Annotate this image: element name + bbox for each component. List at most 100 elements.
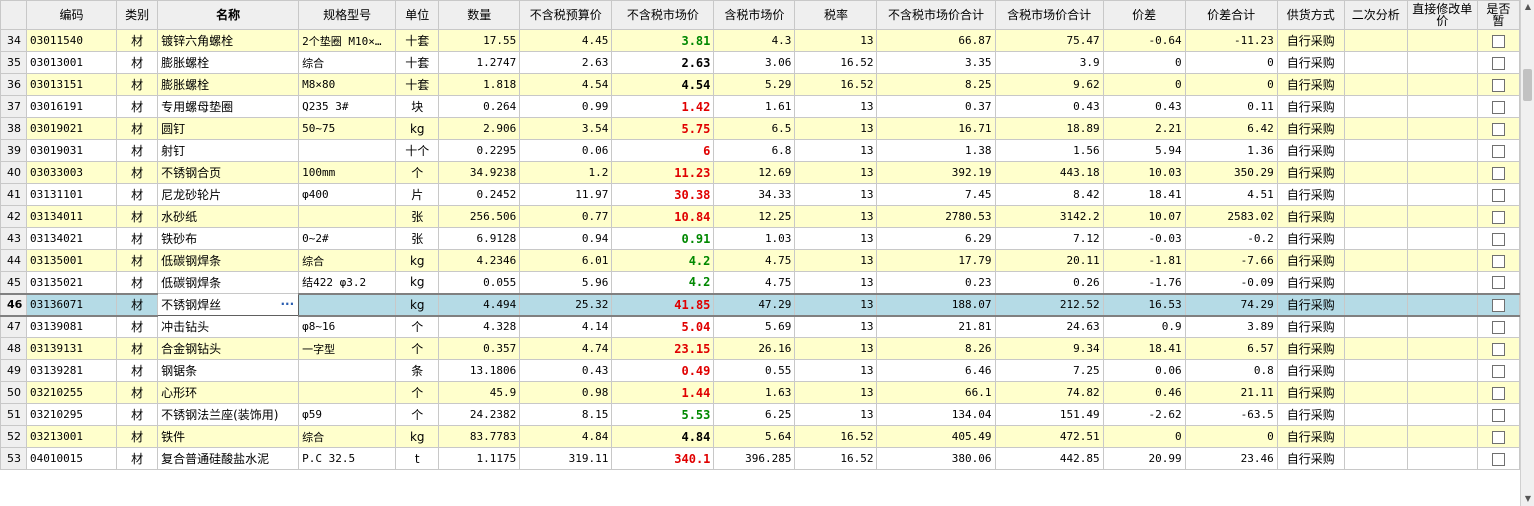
provisional-checkbox[interactable] [1491,364,1505,378]
table-row[interactable]: 36 03013151 材 膨胀螺栓 M8×80 十套 1.818 4.54 4.54 5.29 1… [0,73,1520,96]
code-cell[interactable]: 03019031 [26,139,118,162]
market-cell[interactable]: 30.38 [611,183,715,206]
unit-cell[interactable]: kg [395,292,440,317]
budget-cell[interactable]: 11.97 [519,183,613,206]
table-row[interactable]: 34 03011540 材 镀锌六角螺栓 2个垫圈 M10×… 十套 17.55 4.45 3.… [0,29,1520,52]
budget-cell[interactable]: 0.43 [519,359,613,382]
code-cell[interactable]: 03135021 [26,271,118,294]
table-row[interactable]: 53 04010015 材 复合普通硅酸盐水泥 P.C 32.5 t 1.1175 319.1… [0,447,1520,470]
totalex-cell[interactable]: 392.19 [876,161,996,184]
spec-cell[interactable]: 50~75 [298,117,397,140]
column-header-8[interactable]: 不含税市场价 [611,0,715,30]
rate-cell[interactable]: 13 [794,381,878,404]
secondary-analysis-cell[interactable] [1343,73,1408,96]
taxmarket-cell[interactable]: 12.25 [713,205,796,228]
row-number[interactable]: 47 [0,315,28,338]
diff-cell[interactable]: 0.43 [1102,95,1186,118]
budget-cell[interactable]: 4.45 [519,29,613,52]
column-header-12[interactable]: 含税市场价合计 [994,0,1104,30]
provisional-checkbox-cell[interactable] [1476,271,1520,294]
direct-price-edit-cell[interactable] [1406,29,1478,52]
budget-cell[interactable]: 0.98 [519,381,613,404]
secondary-analysis-cell[interactable] [1343,359,1408,382]
taxmarket-cell[interactable]: 34.33 [713,183,796,206]
diff-cell[interactable]: 0 [1102,425,1186,448]
totalex-cell[interactable]: 2780.53 [876,205,996,228]
rate-cell[interactable]: 16.52 [794,73,878,96]
code-cell[interactable]: 03210295 [26,403,118,426]
supply-cell[interactable]: 自行采购 [1276,73,1345,96]
totalex-cell[interactable]: 134.04 [876,403,996,426]
market-cell[interactable]: 3.81 [611,29,715,52]
provisional-checkbox[interactable] [1491,342,1505,356]
provisional-checkbox[interactable] [1491,430,1505,444]
qty-cell[interactable]: 0.264 [438,95,521,118]
name-cell-editing[interactable]: 不锈钢焊丝 ··· [157,293,300,316]
qty-cell[interactable]: 1.1175 [438,447,521,470]
column-header-14[interactable]: 价差合计 [1184,0,1278,30]
taxmarket-cell[interactable]: 5.69 [713,315,796,338]
diff-cell[interactable]: 0 [1102,51,1186,74]
cat-cell[interactable]: 材 [116,51,159,74]
market-cell[interactable]: 10.84 [611,205,715,228]
secondary-analysis-cell[interactable] [1343,183,1408,206]
table-row[interactable]: 40 03033003 材 不锈钢合页 100mm 个 34.9238 1.2 11.23 12.… [0,161,1520,184]
supply-cell[interactable]: 自行采购 [1276,95,1345,118]
provisional-checkbox[interactable] [1491,254,1505,268]
code-cell[interactable]: 03013151 [26,73,118,96]
spec-cell[interactable] [298,381,397,404]
totalex-cell[interactable]: 188.07 [876,292,996,317]
unit-cell[interactable]: 个 [395,403,440,426]
diff-cell[interactable]: 5.94 [1102,139,1186,162]
totalex-cell[interactable]: 8.26 [876,337,996,360]
provisional-checkbox-cell[interactable] [1476,249,1520,272]
market-cell[interactable]: 0.91 [611,227,715,250]
provisional-checkbox-cell[interactable] [1476,51,1520,74]
qty-cell[interactable]: 83.7783 [438,425,521,448]
code-cell[interactable]: 03016191 [26,95,118,118]
supply-cell[interactable]: 自行采购 [1276,161,1345,184]
scroll-down-arrow-icon[interactable]: ▼ [1523,494,1533,504]
difftotal-cell[interactable]: -0.2 [1184,227,1278,250]
provisional-checkbox-cell[interactable] [1476,337,1520,360]
column-header-6[interactable]: 数量 [438,0,521,30]
table-row[interactable]: 41 03131101 材 尼龙砂轮片 φ400 片 0.2452 11.97 30.38 34.… [0,183,1520,206]
name-cell[interactable]: 专用螺母垫圈 [157,95,300,118]
direct-price-edit-cell[interactable] [1406,139,1478,162]
market-cell[interactable]: 0.49 [611,359,715,382]
taxmarket-cell[interactable]: 4.75 [713,249,796,272]
supply-cell[interactable]: 自行采购 [1276,249,1345,272]
supply-cell[interactable]: 自行采购 [1276,337,1345,360]
provisional-checkbox[interactable] [1491,408,1505,422]
name-cell[interactable]: 心形环 [157,381,300,404]
taxmarket-cell[interactable]: 396.285 [713,447,796,470]
spec-cell[interactable]: 2个垫圈 M10×… [298,29,397,52]
row-number[interactable]: 50 [0,381,28,404]
cat-cell[interactable]: 材 [116,227,159,250]
supply-cell[interactable]: 自行采购 [1276,381,1345,404]
market-cell[interactable]: 2.63 [611,51,715,74]
unit-cell[interactable]: kg [395,425,440,448]
supply-cell[interactable]: 自行采购 [1276,139,1345,162]
cat-cell[interactable]: 材 [116,139,159,162]
totalinc-cell[interactable]: 8.42 [994,183,1104,206]
totalex-cell[interactable]: 0.23 [876,271,996,294]
provisional-checkbox[interactable] [1491,100,1505,114]
provisional-checkbox-cell[interactable] [1476,183,1520,206]
spec-cell[interactable]: 100mm [298,161,397,184]
row-number[interactable]: 44 [0,249,28,272]
column-header-18[interactable]: 是否暂 [1476,0,1520,30]
secondary-analysis-cell[interactable] [1343,249,1408,272]
column-header-15[interactable]: 供货方式 [1276,0,1345,30]
taxmarket-cell[interactable]: 1.63 [713,381,796,404]
secondary-analysis-cell[interactable] [1343,29,1408,52]
rate-cell[interactable]: 16.52 [794,425,878,448]
direct-price-edit-cell[interactable] [1406,161,1478,184]
supply-cell[interactable]: 自行采购 [1276,183,1345,206]
totalinc-cell[interactable]: 151.49 [994,403,1104,426]
provisional-checkbox-cell[interactable] [1476,227,1520,250]
unit-cell[interactable]: 片 [395,183,440,206]
name-cell[interactable]: 铁砂布 [157,227,300,250]
name-cell[interactable]: 不锈钢法兰座(装饰用) [157,403,300,426]
budget-cell[interactable]: 25.32 [519,292,613,317]
